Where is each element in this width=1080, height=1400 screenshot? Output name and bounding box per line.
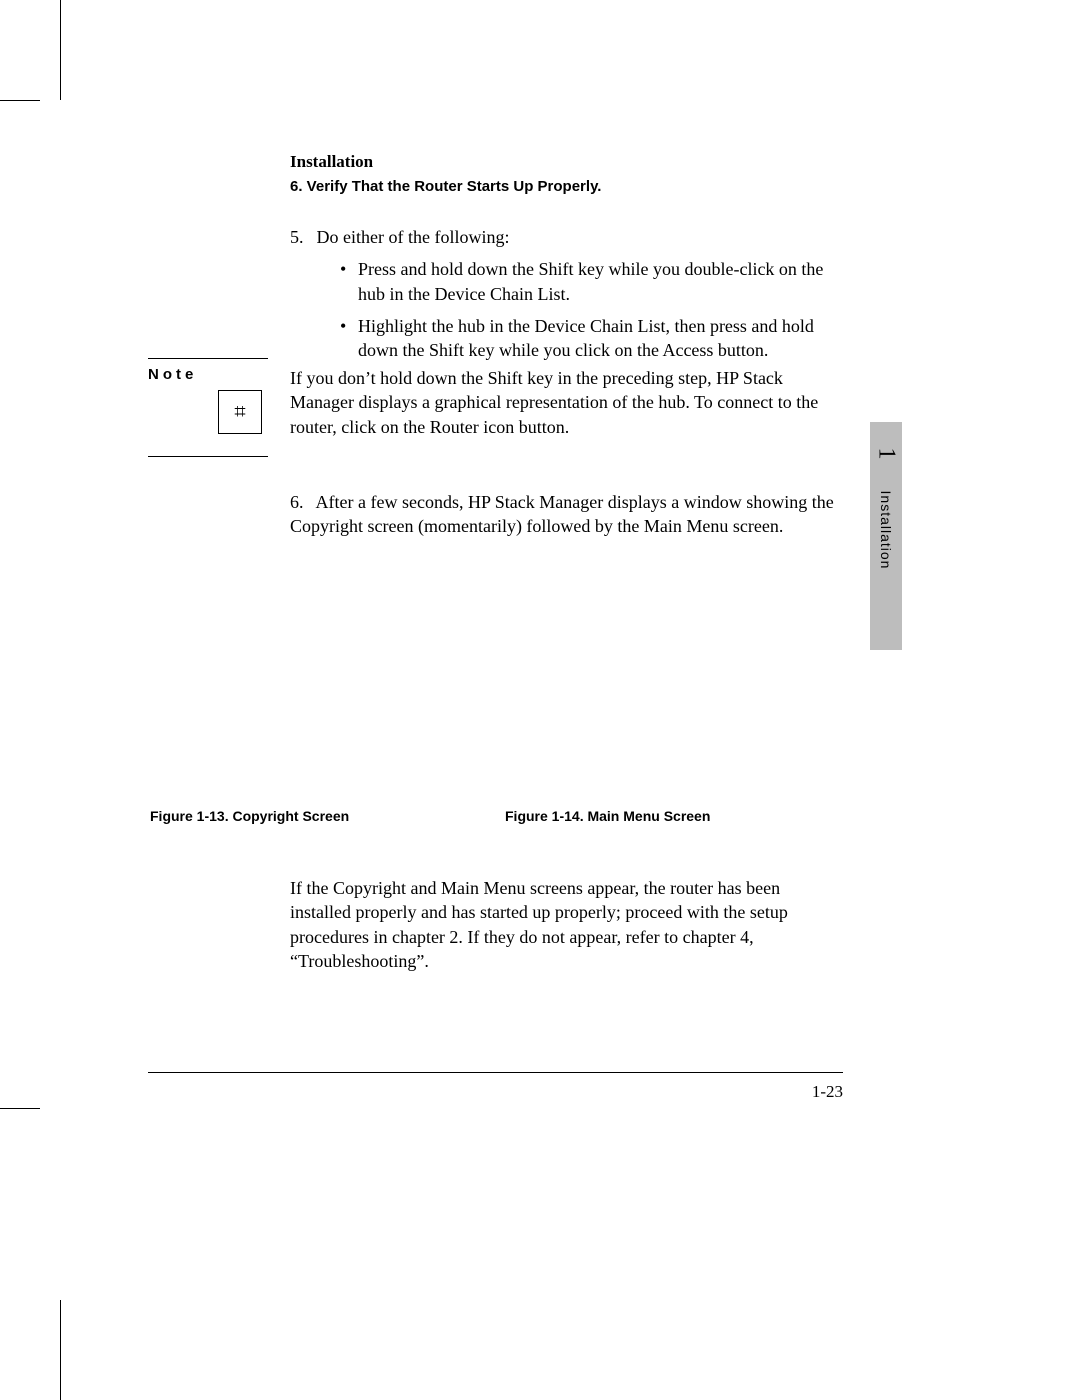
note-label: Note: [148, 366, 197, 383]
crop-mark: [0, 100, 40, 101]
step-text: After a few seconds, HP Stack Manager di…: [290, 492, 834, 536]
note-rule: [148, 358, 268, 359]
step-5-bullets: Press and hold down the Shift key while …: [290, 257, 845, 362]
closing-paragraph: If the Copyright and Main Menu screens a…: [290, 876, 845, 973]
step-intro: Do either of the following:: [317, 227, 510, 247]
side-tab-chapter: 1: [873, 438, 900, 470]
step-number: 5.: [290, 225, 312, 249]
step-number: 6.: [290, 490, 312, 514]
side-tab: 1 Installation: [870, 422, 902, 650]
figure-caption-left: Figure 1-13. Copyright Screen: [150, 808, 349, 824]
note-text: If you don’t hold down the Shift key in …: [290, 366, 845, 439]
footer-rule: [148, 1072, 843, 1073]
page-number: 1-23: [812, 1082, 843, 1102]
page: Installation 6. Verify That the Router S…: [0, 0, 1080, 1397]
running-header: Installation 6. Verify That the Router S…: [290, 148, 601, 199]
side-tab-title: Installation: [878, 478, 894, 582]
list-item: Press and hold down the Shift key while …: [340, 257, 845, 306]
running-header-subsection: 6. Verify That the Router Starts Up Prop…: [290, 175, 601, 199]
step-5: 5. Do either of the following: Press and…: [290, 225, 845, 370]
running-header-section: Installation: [290, 148, 601, 175]
crop-mark: [60, 1300, 61, 1400]
list-item: Highlight the hub in the Device Chain Li…: [340, 314, 845, 363]
crop-mark: [60, 0, 61, 100]
figure-caption-right: Figure 1-14. Main Menu Screen: [505, 808, 710, 824]
note-rule: [148, 456, 268, 457]
network-hub-icon: ⌗: [218, 390, 262, 434]
step-6: 6. After a few seconds, HP Stack Manager…: [290, 490, 845, 539]
crop-mark: [0, 1108, 40, 1109]
